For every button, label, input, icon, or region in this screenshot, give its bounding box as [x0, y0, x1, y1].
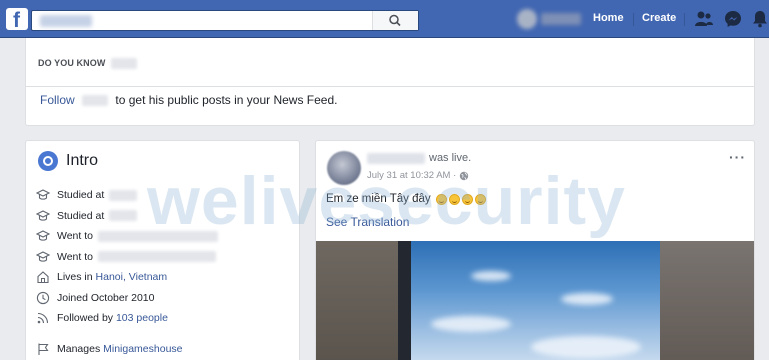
- see-translation-link[interactable]: See Translation: [326, 215, 409, 229]
- live-post-card: was live. July 31 at 10:32 AM · ··· Em z…: [315, 140, 755, 360]
- follow-link[interactable]: Follow: [40, 93, 75, 107]
- do-you-know-card: DO YOU KNOW Follow to get his public pos…: [25, 38, 755, 126]
- rss-icon: [36, 311, 50, 325]
- nav-divider: [684, 13, 685, 26]
- redacted-author-name[interactable]: [367, 153, 425, 164]
- grinning-emoji-icon: [461, 193, 473, 205]
- intro-globe-icon: [38, 151, 58, 171]
- video-blurred-edge: [660, 241, 754, 360]
- public-globe-icon: [460, 171, 469, 180]
- intro-item-studied-at: Studied at: [36, 206, 291, 227]
- graduation-cap-icon: [36, 250, 50, 264]
- nav-home-link[interactable]: Home: [593, 12, 624, 24]
- video-frame-sky: [411, 241, 663, 360]
- top-navigation-bar: f Home Create: [0, 0, 769, 38]
- follow-suggestion-text: to get his public posts in your News Fee…: [115, 93, 338, 107]
- redacted-school[interactable]: [98, 251, 216, 263]
- graduation-cap-icon: [36, 209, 50, 223]
- intro-item-manages: Manages Minigameshouse: [36, 339, 291, 360]
- grinning-emoji-icon: [448, 193, 460, 205]
- facebook-logo[interactable]: f: [6, 8, 28, 32]
- follow-suggestion: Follow to get his public posts in your N…: [40, 93, 338, 107]
- friends-icon[interactable]: [694, 10, 714, 28]
- search-button[interactable]: [372, 11, 418, 30]
- post-status: was live.: [429, 152, 472, 164]
- graduation-cap-icon: [36, 188, 50, 202]
- search-input[interactable]: [31, 10, 419, 31]
- intro-item-went-to: Went to: [36, 247, 291, 268]
- post-message: Em ze miền Tây đây: [326, 193, 486, 205]
- intro-card: Intro Studied at Studied at Went to Went…: [25, 140, 300, 360]
- redacted-search-text: [40, 15, 92, 27]
- graduation-cap-icon: [36, 229, 50, 243]
- profile-avatar[interactable]: [517, 9, 537, 29]
- post-timestamp[interactable]: July 31 at 10:32 AM ·: [367, 170, 469, 181]
- live-video-player[interactable]: [316, 241, 754, 360]
- grinning-emoji-icon: [474, 193, 486, 205]
- intro-item-joined: Joined October 2010: [36, 288, 291, 309]
- intro-item-followed-by: Followed by 103 people: [36, 308, 291, 329]
- location-link[interactable]: Hanoi, Vietnam: [96, 271, 168, 283]
- messenger-icon[interactable]: [724, 10, 742, 28]
- home-icon: [36, 270, 50, 284]
- redacted-school[interactable]: [98, 230, 218, 242]
- redacted-school[interactable]: [109, 189, 138, 201]
- divider: [26, 86, 754, 87]
- intro-heading: Intro: [38, 151, 98, 171]
- redacted-school[interactable]: [109, 210, 138, 222]
- flag-icon: [36, 342, 50, 356]
- nav-divider: [633, 13, 634, 26]
- video-blurred-edge: [316, 241, 398, 360]
- nav-create-link[interactable]: Create: [642, 12, 676, 24]
- post-options-button[interactable]: ···: [729, 149, 746, 165]
- redacted-profile-name[interactable]: [541, 13, 581, 25]
- managed-page-link[interactable]: Minigameshouse: [103, 343, 182, 355]
- post-author-avatar[interactable]: [327, 151, 361, 185]
- redacted-name: [111, 58, 138, 70]
- followers-link[interactable]: 103 people: [116, 312, 168, 324]
- intro-item-went-to: Went to: [36, 226, 291, 247]
- intro-item-studied-at: Studied at: [36, 185, 291, 206]
- intro-list: Studied at Studied at Went to Went to Li…: [36, 185, 291, 359]
- grinning-emoji-icon: [435, 193, 447, 205]
- clock-icon: [36, 291, 50, 305]
- intro-item-lives-in: Lives in Hanoi, Vietnam: [36, 267, 291, 288]
- do-you-know-heading: DO YOU KNOW: [38, 58, 138, 70]
- search-icon: [389, 14, 401, 27]
- notifications-icon[interactable]: [752, 10, 768, 28]
- redacted-name: [82, 95, 109, 107]
